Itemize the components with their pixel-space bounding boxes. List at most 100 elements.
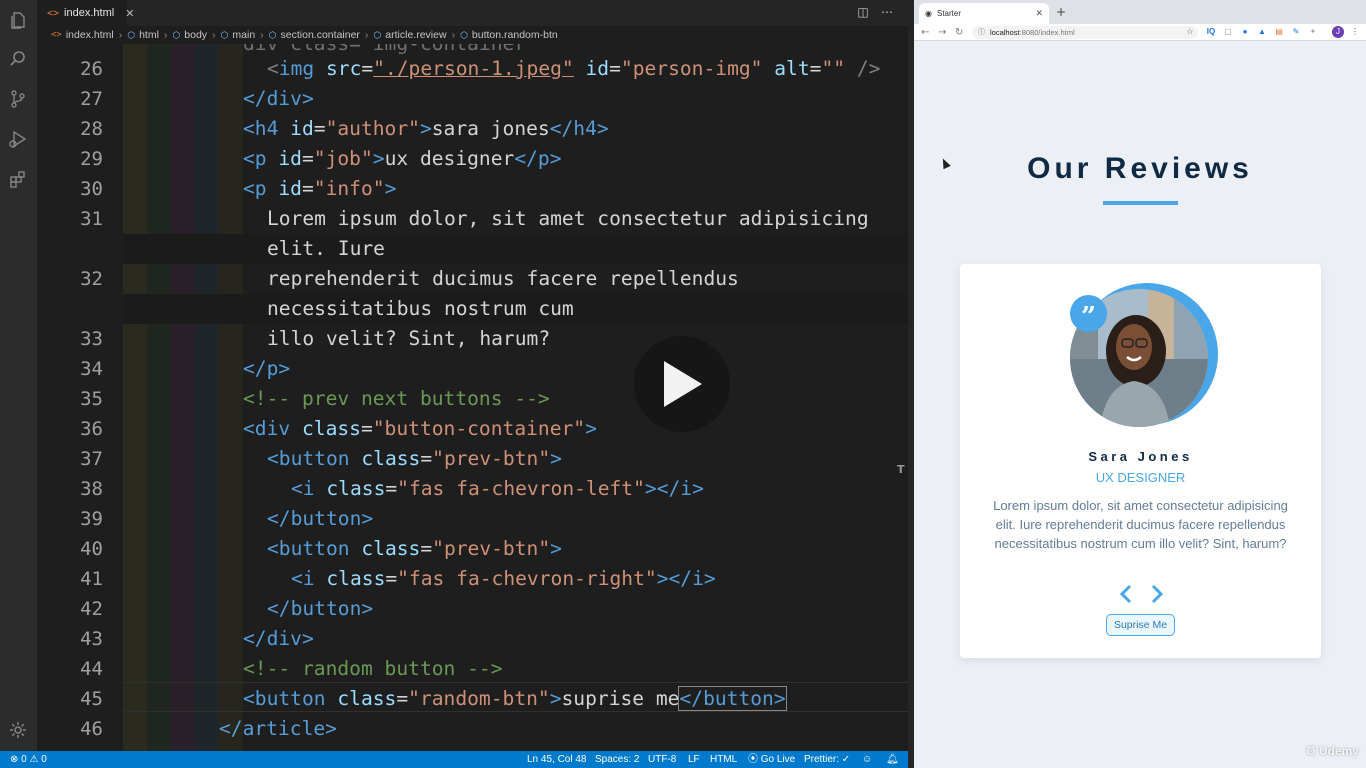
indent-guide <box>123 44 147 751</box>
breadcrumb-html[interactable]: ⬡ html <box>127 29 159 41</box>
back-arrow-icon[interactable]: ← <box>921 25 929 40</box>
code-line-43: </div> <box>243 627 314 650</box>
code-line-41: <i class="fas fa-chevron-right"></i> <box>291 567 716 590</box>
extensions-icon[interactable] <box>7 168 29 190</box>
udemy-logo-icon: Ʊ <box>1306 744 1316 758</box>
extension-square-icon[interactable]: ▢ <box>1223 27 1233 37</box>
chevron-left-icon <box>1119 584 1132 604</box>
html-file-icon: <> <box>47 7 60 19</box>
settings-gear-icon[interactable] <box>7 719 29 741</box>
element-icon: ⬡ <box>172 29 181 40</box>
code-line-35: <!-- prev next buttons --> <box>243 387 550 410</box>
breadcrumb-article[interactable]: ⬡ article.review <box>373 29 446 41</box>
breadcrumb: <> index.html › ⬡ html › ⬡ body › ⬡ main › ⬡… <box>37 26 908 44</box>
play-icon <box>664 361 702 407</box>
split-editor-icon[interactable]: ◫ <box>855 4 871 20</box>
notifications-bell-icon[interactable]: 🔔︎ <box>886 751 899 768</box>
element-icon: ⬡ <box>373 29 382 40</box>
code-line-36: <div class="button-container"> <box>243 417 597 440</box>
close-tab-icon[interactable]: ✕ <box>1035 8 1043 19</box>
browser-menu-icon[interactable]: ⋮ <box>1350 27 1360 37</box>
more-actions-icon[interactable]: ⋯ <box>879 4 895 20</box>
feedback-icon[interactable]: ☺ <box>862 751 872 768</box>
code-line-44: <!-- random button --> <box>243 657 503 680</box>
extension-circle-icon[interactable]: ● <box>1240 27 1250 37</box>
prev-button[interactable] <box>1116 583 1136 605</box>
line-number <box>43 234 103 264</box>
element-icon: ⬡ <box>460 29 468 40</box>
extension-color-picker-icon[interactable]: ✎ <box>1291 27 1301 37</box>
address-bar[interactable]: ⓘ localhost:8080/index.html <box>972 26 1198 39</box>
img-container: ” <box>1070 283 1218 431</box>
error-icon: ⊗ <box>10 754 19 765</box>
browser-tab-starter[interactable]: ◉ Starter ✕ <box>919 3 1049 24</box>
bookmark-star-icon[interactable]: ☆ <box>1185 27 1195 37</box>
element-icon: ⬡ <box>220 29 229 40</box>
prettier-status[interactable]: Prettier: ✓ <box>804 751 850 768</box>
code-line-40: <button class="prev-btn"> <box>267 537 562 560</box>
explorer-icon[interactable] <box>7 9 29 31</box>
code-line-38: <i class="fas fa-chevron-left"></i> <box>291 477 704 500</box>
random-button[interactable]: Suprise Me <box>1106 614 1175 636</box>
new-tab-button[interactable]: + <box>1054 6 1068 20</box>
tab-label: index.html <box>64 7 115 19</box>
indentation[interactable]: Spaces: 2 <box>595 751 639 768</box>
line-number: 28 <box>80 118 103 140</box>
line-number: 33 <box>80 328 103 350</box>
line-number: 44 <box>80 658 103 680</box>
browser-tab-bar: ◉ Starter ✕ + <box>914 0 1366 24</box>
extension-iq-icon[interactable]: IQ <box>1206 27 1216 37</box>
profile-avatar[interactable]: J <box>1332 26 1344 38</box>
forward-arrow-icon[interactable]: → <box>938 25 946 40</box>
chevron-right-icon: › <box>212 29 216 41</box>
element-icon: ⬡ <box>127 29 136 40</box>
browser-window: ◉ Starter ✕ + ← → ↻ ⓘ localhost:8080/ind… <box>914 0 1366 768</box>
extension-box-icon[interactable]: ▤ <box>1274 27 1284 37</box>
breadcrumb-main[interactable]: ⬡ main <box>221 29 256 41</box>
breadcrumb-button[interactable]: ⬡ button.random-btn <box>460 29 558 41</box>
extension-puzzle-icon[interactable]: ✦ <box>1308 27 1318 37</box>
line-number: 38 <box>80 478 103 500</box>
code-line-46: </article> <box>219 717 337 740</box>
code-line-31: Lorem ipsum dolor, sit amet consectetur … <box>267 207 869 230</box>
chevron-right-icon: › <box>118 29 123 41</box>
reload-icon[interactable]: ↻ <box>955 25 963 40</box>
video-play-button[interactable] <box>634 336 730 432</box>
breadcrumb-body[interactable]: ⬡ body <box>172 29 207 41</box>
code-line-37: <button class="prev-btn"> <box>267 447 562 470</box>
tab-index-html[interactable]: <> index.html ✕ <box>37 0 134 26</box>
line-number: 37 <box>80 448 103 470</box>
code-line-30: <p id="info"> <box>243 177 397 200</box>
line-number: 31 <box>80 208 103 230</box>
extension-drive-icon[interactable]: ▲ <box>1257 27 1267 37</box>
cursor-position[interactable]: Ln 45, Col 48 <box>527 751 587 768</box>
broadcast-icon: ⦿ <box>748 754 758 765</box>
problems-indicator[interactable]: ⊗ 0 ⚠ 0 <box>10 751 47 768</box>
chevron-right-icon: › <box>260 29 264 41</box>
line-number <box>43 294 103 324</box>
breadcrumb-section[interactable]: ⬡ section.container <box>269 29 360 41</box>
info-icon: ⓘ <box>978 29 985 36</box>
language-mode[interactable]: HTML <box>710 751 737 768</box>
indent-guide <box>195 44 219 751</box>
go-live-button[interactable]: ⦿ Go Live <box>748 751 795 768</box>
line-number: 45 <box>80 688 103 710</box>
line-number-partial <box>43 29 103 59</box>
search-icon[interactable] <box>7 48 29 70</box>
close-tab-icon[interactable]: ✕ <box>125 7 134 20</box>
element-icon: ⬡ <box>268 29 277 40</box>
source-control-icon[interactable] <box>7 88 29 110</box>
code-editor[interactable]: div class="img-container" <img src="./pe… <box>123 44 908 751</box>
page-heading: Our Reviews <box>1027 152 1253 185</box>
next-button[interactable] <box>1147 583 1167 605</box>
line-number: 39 <box>80 508 103 530</box>
end-of-line[interactable]: LF <box>688 751 700 768</box>
line-number: 41 <box>80 568 103 590</box>
run-debug-icon[interactable] <box>7 128 29 150</box>
line-number: 29 <box>80 148 103 170</box>
browser-toolbar: ← → ↻ ⓘ localhost:8080/index.html ☆ IQ ▢… <box>914 24 1366 41</box>
quote-icon: ” <box>1070 295 1107 332</box>
line-number: 30 <box>80 178 103 200</box>
encoding[interactable]: UTF-8 <box>648 751 676 768</box>
code-line-45: <button class="random-btn">suprise me</b… <box>243 686 787 711</box>
